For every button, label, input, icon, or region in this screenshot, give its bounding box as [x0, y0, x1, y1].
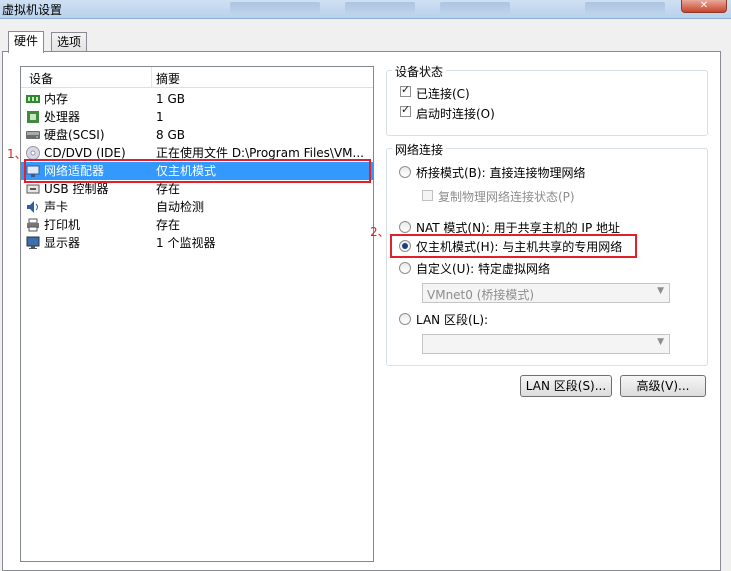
device-status-title: 设备状态: [392, 63, 447, 80]
sound-card-icon: [27, 201, 38, 213]
device-summary: 1: [156, 110, 164, 124]
tab-options[interactable]: 选项: [51, 32, 88, 52]
device-row-display[interactable]: 显示器 1 个监视器: [21, 234, 373, 252]
annotation-2: 2、: [370, 225, 390, 239]
lan-segment-select[interactable]: ▼: [422, 334, 670, 354]
processor-icon: [27, 111, 39, 123]
summary-column-header[interactable]: 摘要: [156, 70, 180, 87]
blurred-taskbar-item: [230, 2, 320, 14]
nat-radio[interactable]: [399, 221, 411, 233]
title-bar: 虚拟机设置 ✕: [0, 0, 731, 19]
memory-icon: [26, 95, 40, 103]
connect-at-power-on-checkbox[interactable]: [400, 103, 411, 117]
blurred-taskbar-item: [585, 2, 665, 14]
advanced-button[interactable]: 高级(V)...: [620, 375, 706, 397]
device-summary: 存在: [156, 218, 181, 232]
blurred-taskbar-item: [440, 2, 510, 14]
display-icon: [26, 236, 40, 249]
device-summary: 1 GB: [156, 92, 185, 106]
device-name: 硬盘(SCSI): [44, 128, 105, 142]
lan-segment-radio[interactable]: [399, 313, 411, 325]
device-name: 内存: [44, 92, 69, 106]
usb-icon: [26, 184, 40, 194]
device-row-memory[interactable]: 内存 1 GB: [21, 90, 373, 108]
device-list[interactable]: 设备 摘要 内存 1 GB 处理器 1 硬盘(SCSI) 8 GB CD/DVD…: [20, 66, 374, 562]
device-name: 声卡: [44, 200, 69, 214]
device-row-hard-disk[interactable]: 硬盘(SCSI) 8 GB: [21, 126, 373, 144]
window-title: 虚拟机设置: [2, 3, 63, 17]
device-row-printer[interactable]: 打印机 存在: [21, 216, 373, 234]
connected-checkbox[interactable]: [400, 83, 411, 97]
chevron-down-icon: ▼: [657, 286, 664, 296]
custom-radio[interactable]: [399, 262, 411, 274]
device-summary: 8 GB: [156, 128, 185, 142]
hard-disk-icon: [26, 131, 40, 139]
tab-hardware[interactable]: 硬件: [8, 31, 45, 53]
custom-network-value: VMnet0 (桥接模式): [427, 288, 535, 302]
chevron-down-icon: ▼: [657, 337, 664, 347]
device-column-header[interactable]: 设备: [29, 70, 53, 87]
close-button[interactable]: ✕: [681, 0, 727, 13]
lan-segment-label[interactable]: LAN 区段(L):: [416, 311, 488, 328]
connected-label[interactable]: 已连接(C): [416, 85, 470, 102]
custom-network-select[interactable]: VMnet0 (桥接模式) ▼: [422, 283, 670, 303]
cd-dvd-icon: [26, 146, 40, 160]
bridged-radio[interactable]: [399, 166, 411, 178]
highlight-host-only: [390, 234, 637, 258]
printer-icon: [27, 218, 39, 232]
network-connection-title: 网络连接: [392, 141, 447, 158]
device-summary: 自动检测: [156, 200, 205, 214]
device-row-processor[interactable]: 处理器 1: [21, 108, 373, 126]
device-name: 处理器: [44, 110, 81, 124]
device-name: 打印机: [44, 218, 81, 232]
blurred-taskbar-item: [345, 2, 415, 14]
bridged-label[interactable]: 桥接模式(B): 直接连接物理网络: [416, 164, 585, 181]
highlight-network-adapter: [24, 159, 371, 183]
connect-at-power-on-label[interactable]: 启动时连接(O): [416, 105, 495, 122]
replicate-state-label[interactable]: 复制物理网络连接状态(P): [438, 188, 575, 205]
replicate-state-checkbox[interactable]: [422, 190, 433, 201]
custom-label[interactable]: 自定义(U): 特定虚拟网络: [416, 260, 550, 277]
device-list-header: 设备 摘要: [21, 67, 373, 88]
lan-segments-button[interactable]: LAN 区段(S)...: [520, 375, 612, 397]
device-name: 显示器: [44, 236, 81, 250]
device-summary: 1 个监视器: [156, 236, 216, 250]
device-row-sound-card[interactable]: 声卡 自动检测: [21, 198, 373, 216]
